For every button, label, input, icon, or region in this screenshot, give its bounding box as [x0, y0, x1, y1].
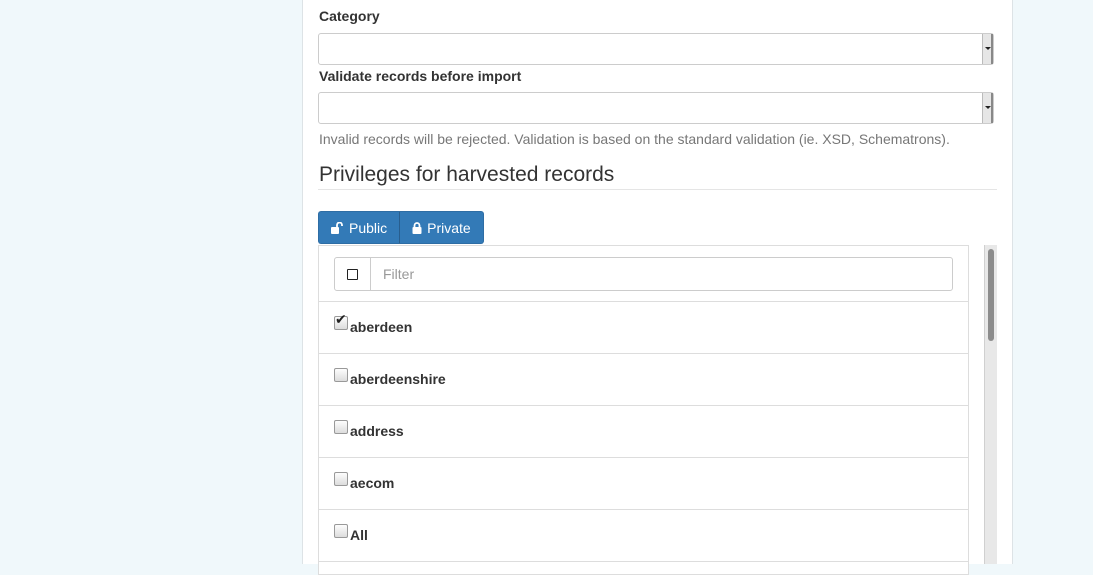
- privilege-button-group: Public Private: [318, 211, 484, 244]
- filter-input[interactable]: [370, 257, 953, 291]
- public-button[interactable]: Public: [318, 211, 401, 244]
- dropdown-arrow-icon[interactable]: [982, 34, 993, 64]
- category-label: Category: [319, 8, 380, 24]
- list-item[interactable]: All: [319, 510, 968, 562]
- dropdown-arrow-icon[interactable]: [982, 93, 993, 123]
- group-checkbox[interactable]: [334, 472, 348, 486]
- group-checkbox[interactable]: ✔: [334, 312, 348, 330]
- scrollbar-thumb[interactable]: [988, 249, 994, 341]
- privileges-heading: Privileges for harvested records: [319, 163, 615, 186]
- group-checkbox[interactable]: [334, 420, 348, 434]
- category-select[interactable]: [318, 33, 994, 65]
- divider: [318, 189, 997, 190]
- group-list: ✔ aberdeen aberdeenshire address aecom A…: [318, 245, 969, 575]
- lock-icon: [412, 221, 422, 234]
- checkmark-icon: ✔: [335, 311, 347, 327]
- group-name: All: [350, 527, 368, 543]
- public-label: Public: [349, 219, 388, 236]
- validate-select[interactable]: [318, 92, 994, 124]
- group-name: address: [350, 423, 404, 439]
- list-item[interactable]: ✔ aberdeen: [319, 302, 968, 354]
- list-item[interactable]: aberdeenshire: [319, 354, 968, 406]
- private-label: Private: [427, 219, 471, 236]
- select-all-toggle[interactable]: [334, 257, 371, 291]
- validate-label: Validate records before import: [319, 68, 522, 84]
- validate-help-text: Invalid records will be rejected. Valida…: [319, 131, 950, 147]
- group-name: aberdeenshire: [350, 371, 446, 387]
- group-name: aecom: [350, 475, 395, 491]
- private-button[interactable]: Private: [400, 211, 484, 244]
- group-name: aberdeen: [350, 319, 413, 335]
- group-checkbox[interactable]: [334, 524, 348, 538]
- group-checkbox[interactable]: [334, 368, 348, 382]
- filter-row: [319, 246, 968, 302]
- harvester-settings-panel: Category Validate records before import …: [302, 0, 1013, 575]
- checkbox-icon: [347, 268, 358, 280]
- unlock-icon: [331, 221, 343, 234]
- list-scrollbar[interactable]: [984, 245, 997, 564]
- list-item[interactable]: aecom: [319, 458, 968, 510]
- list-item[interactable]: address: [319, 406, 968, 458]
